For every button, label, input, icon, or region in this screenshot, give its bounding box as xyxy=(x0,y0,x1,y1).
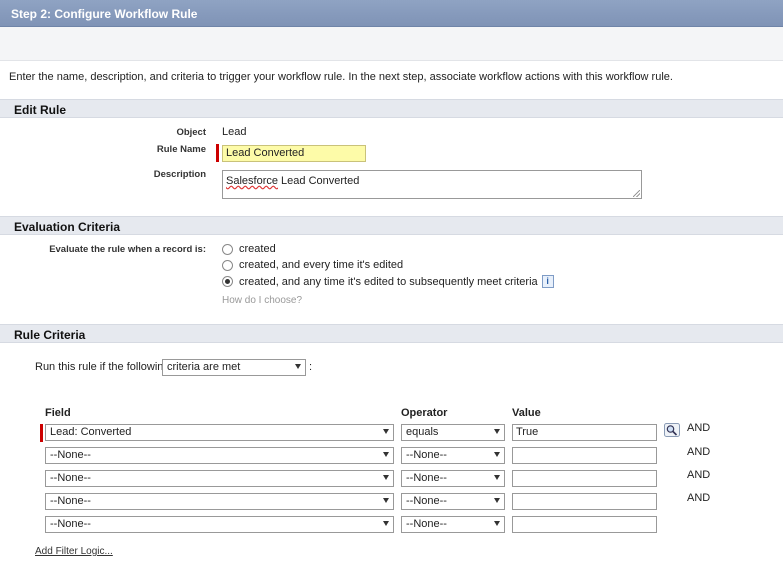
field-select-value: Lead: Converted xyxy=(50,426,132,438)
chevron-down-icon xyxy=(383,498,389,503)
chevron-down-icon xyxy=(383,452,389,457)
rule-name-label: Rule Name xyxy=(156,144,206,155)
rule-name-input[interactable]: Lead Converted xyxy=(222,145,366,162)
step-header: Step 2: Configure Workflow Rule xyxy=(0,0,783,27)
operator-select-5[interactable]: --None-- xyxy=(401,516,505,533)
radio-icon[interactable] xyxy=(222,243,233,255)
run-rule-prefix: Run this rule if the following xyxy=(35,361,170,373)
and-label-1: AND xyxy=(687,422,711,434)
rule-criteria-title: Rule Criteria xyxy=(14,328,86,342)
chevron-down-icon xyxy=(383,521,389,526)
edit-rule-section-header: Edit Rule xyxy=(0,99,783,118)
operator-select-1[interactable]: equals xyxy=(401,424,505,441)
operator-column-header: Operator xyxy=(401,407,448,419)
toolbar-strip xyxy=(0,27,783,61)
value-input-3[interactable] xyxy=(512,470,657,487)
field-column-header: Field xyxy=(45,407,71,419)
description-label: Description xyxy=(153,169,206,180)
chevron-down-icon xyxy=(494,475,500,480)
radio-icon-selected[interactable] xyxy=(222,276,233,287)
info-icon[interactable]: i xyxy=(541,275,554,288)
operator-select-2[interactable]: --None-- xyxy=(401,447,505,464)
value-input-2[interactable] xyxy=(512,447,657,464)
chevron-down-icon xyxy=(494,498,500,503)
value-column-header: Value xyxy=(512,407,541,419)
chevron-down-icon xyxy=(494,452,500,457)
field-select-value: --None-- xyxy=(50,449,91,461)
evaluation-section-header: Evaluation Criteria xyxy=(0,216,783,235)
and-label-2: AND xyxy=(687,446,711,458)
value-input-5[interactable] xyxy=(512,516,657,533)
radio-label: created, and every time it's edited xyxy=(239,259,404,271)
field-select-5[interactable]: --None-- xyxy=(45,516,394,533)
value-input-4[interactable] xyxy=(512,493,657,510)
chevron-down-icon xyxy=(494,429,500,434)
operator-select-value: equals xyxy=(406,426,439,438)
lookup-icon[interactable] xyxy=(664,423,680,437)
step-title: Step 2: Configure Workflow Rule xyxy=(11,7,198,21)
and-label-4: AND xyxy=(687,492,711,504)
add-filter-logic-link[interactable]: Add Filter Logic... xyxy=(35,546,113,557)
operator-select-value: --None-- xyxy=(406,449,447,461)
radio-option-every-edit[interactable]: created, and every time it's edited xyxy=(222,259,403,271)
criteria-mode-value: criteria are met xyxy=(167,361,241,373)
required-indicator xyxy=(216,144,219,162)
field-select-1[interactable]: Lead: Converted xyxy=(45,424,394,441)
value-input-1[interactable]: True xyxy=(512,424,657,441)
intro-text: Enter the name, description, and criteri… xyxy=(9,71,673,83)
evaluation-prompt: Evaluate the rule when a record is: xyxy=(49,244,206,255)
field-select-value: --None-- xyxy=(50,472,91,484)
radio-icon[interactable] xyxy=(222,259,233,271)
operator-select-value: --None-- xyxy=(406,518,447,530)
resize-grip-icon[interactable] xyxy=(633,190,640,197)
field-select-value: --None-- xyxy=(50,495,91,507)
evaluation-title: Evaluation Criteria xyxy=(14,220,121,234)
edit-rule-title: Edit Rule xyxy=(14,103,67,117)
radio-label: created, and any time it's edited to sub… xyxy=(239,275,538,288)
radio-label: created xyxy=(239,243,276,255)
run-rule-suffix: : xyxy=(309,361,313,373)
chevron-down-icon xyxy=(383,429,389,434)
field-select-4[interactable]: --None-- xyxy=(45,493,394,510)
radio-option-created[interactable]: created xyxy=(222,243,276,255)
radio-option-meet-criteria[interactable]: created, and any time it's edited to sub… xyxy=(222,275,554,288)
description-textarea[interactable]: Salesforce Lead Converted xyxy=(222,170,642,199)
criteria-mode-select[interactable]: criteria are met xyxy=(162,359,306,376)
rule-criteria-section-header: Rule Criteria xyxy=(0,324,783,343)
chevron-down-icon xyxy=(494,521,500,526)
operator-select-4[interactable]: --None-- xyxy=(401,493,505,510)
and-label-3: AND xyxy=(687,469,711,481)
field-select-3[interactable]: --None-- xyxy=(45,470,394,487)
operator-select-value: --None-- xyxy=(406,495,447,507)
required-indicator xyxy=(40,424,43,442)
how-do-i-choose-link[interactable]: How do I choose? xyxy=(222,295,302,306)
operator-select-value: --None-- xyxy=(406,472,447,484)
field-select-2[interactable]: --None-- xyxy=(45,447,394,464)
object-label: Object xyxy=(176,127,206,138)
description-spellcheck-word: Salesforce xyxy=(226,175,278,187)
field-select-value: --None-- xyxy=(50,518,91,530)
object-value: Lead xyxy=(222,126,247,138)
operator-select-3[interactable]: --None-- xyxy=(401,470,505,487)
chevron-down-icon xyxy=(383,475,389,480)
description-text: Lead Converted xyxy=(277,175,360,187)
chevron-down-icon xyxy=(295,364,301,369)
